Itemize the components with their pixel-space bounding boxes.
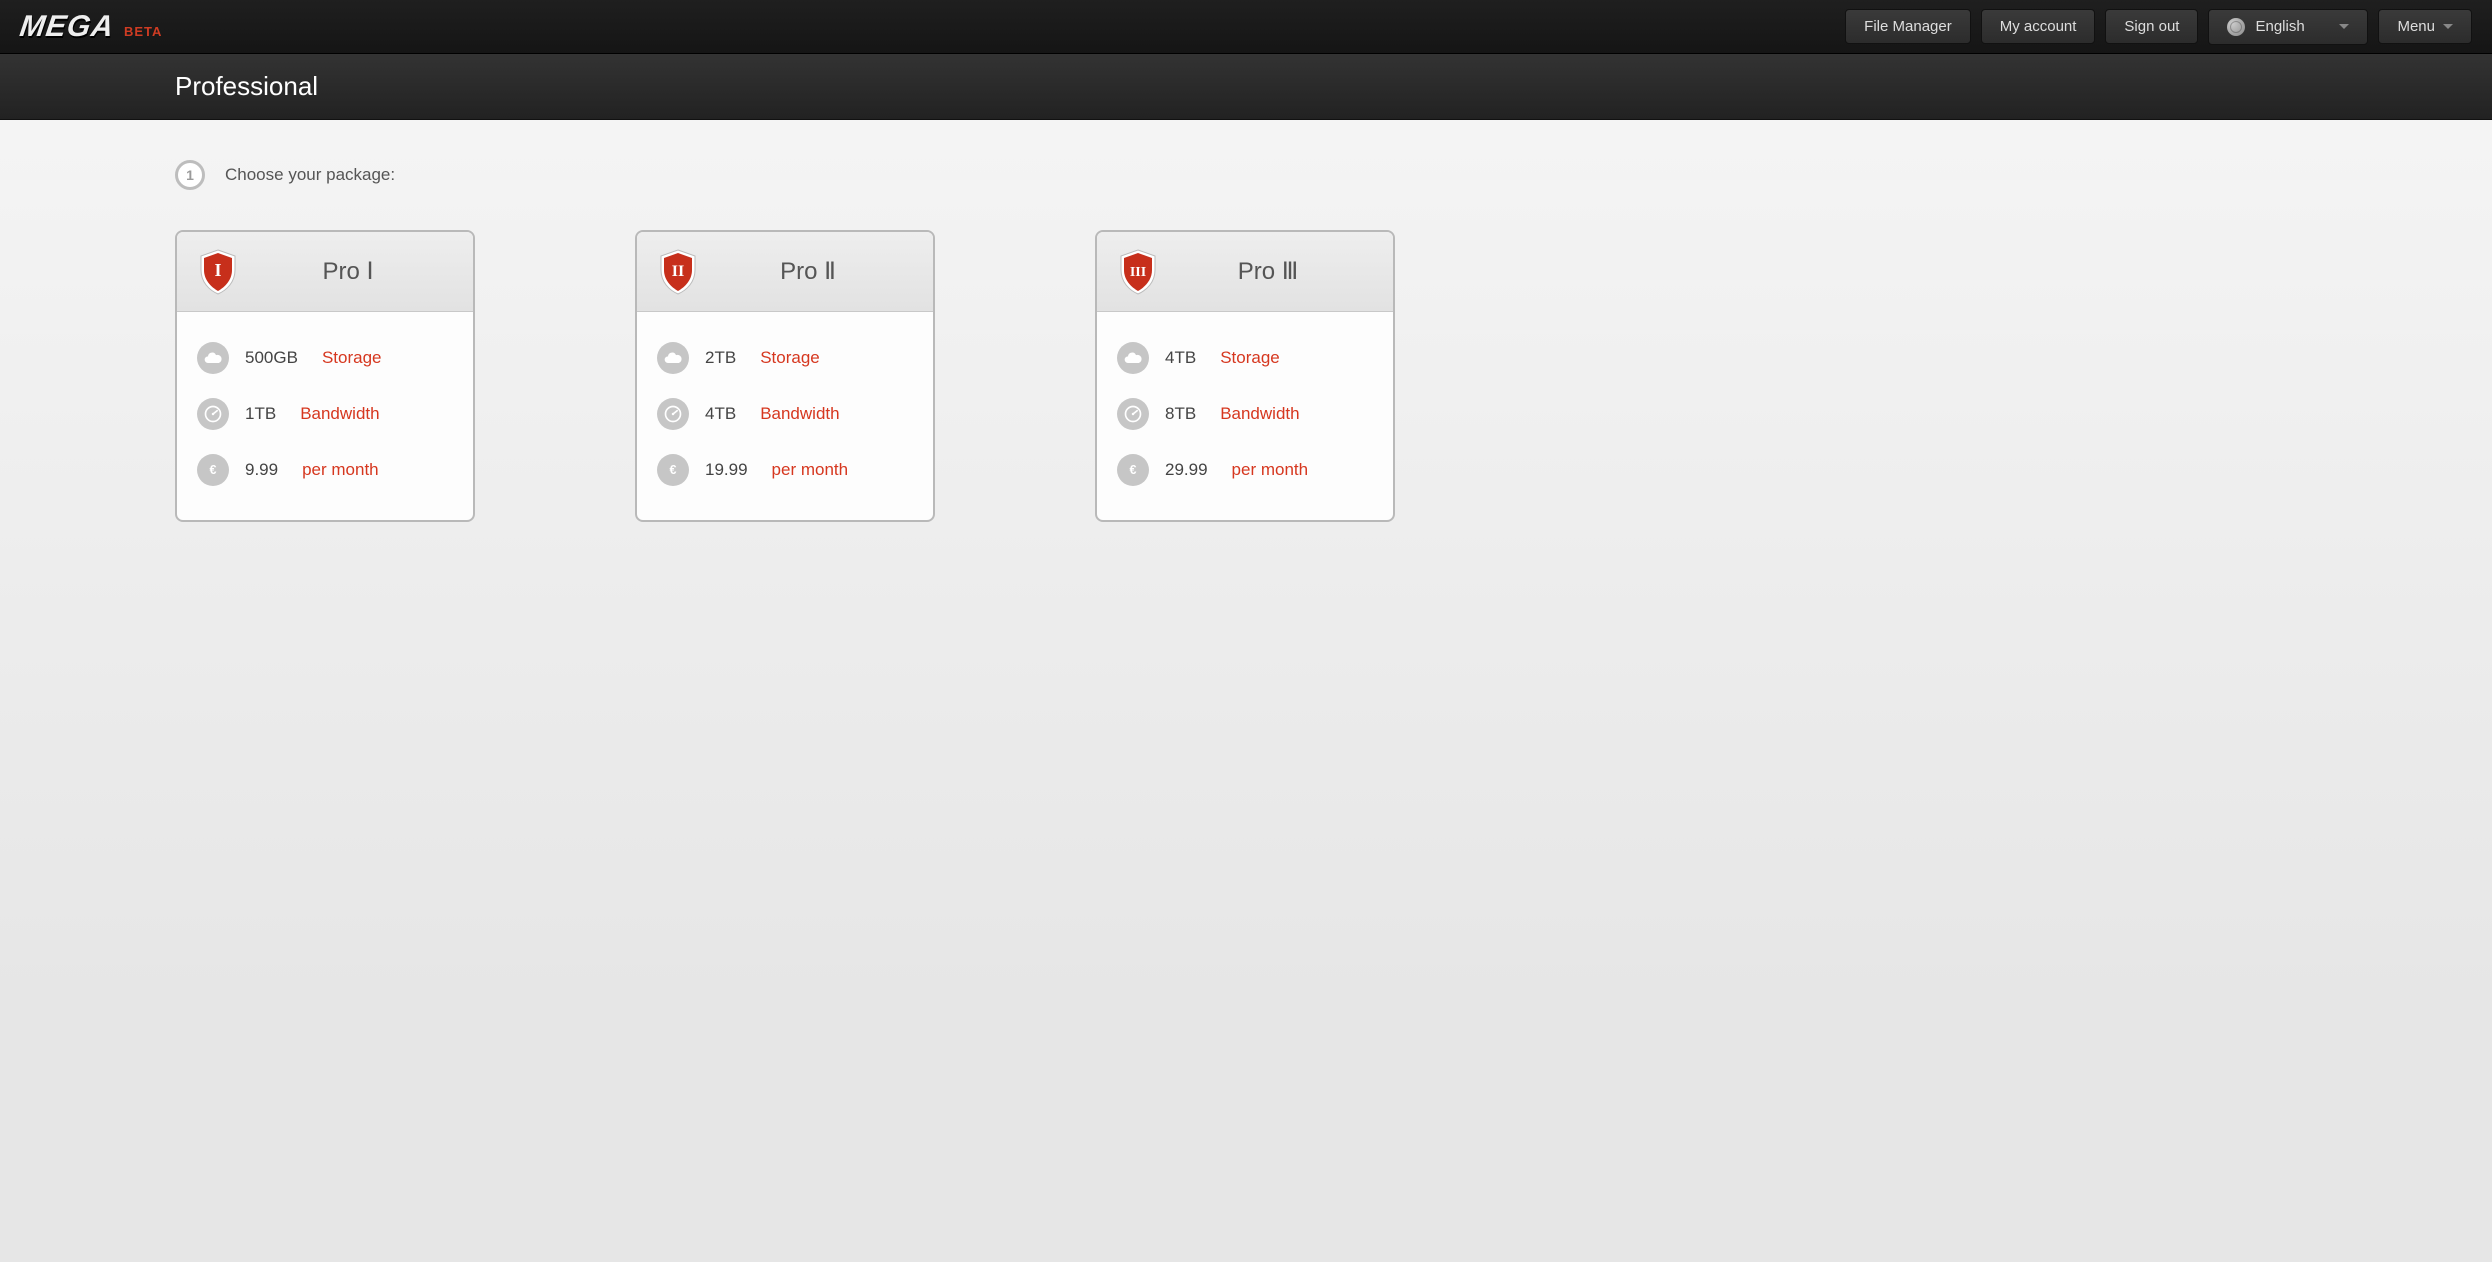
price-label: per month [302,460,379,480]
main-content: 1 Choose your package: I Pro Ⅰ [0,120,2492,582]
my-account-label: My account [2000,18,2077,35]
my-account-button[interactable]: My account [1981,9,2096,44]
svg-text:III: III [1130,265,1146,280]
feature-storage: 2TB Storage [657,330,913,386]
chevron-down-icon [2443,24,2453,29]
package-card-pro-3[interactable]: III Pro Ⅲ 4TB Storage 8TB [1095,230,1395,522]
price-value: 9.99 [245,460,278,480]
package-card-pro-1[interactable]: I Pro Ⅰ 500GB Storage 1TB [175,230,475,522]
step-indicator: 1 Choose your package: [175,160,2317,190]
bandwidth-value: 8TB [1165,404,1196,424]
brand-tag: BETA [124,24,162,39]
step-number: 1 [186,167,194,183]
card-body: 500GB Storage 1TB Bandwidth € 9.99 per m… [177,312,473,520]
storage-label: Storage [760,348,820,368]
shield-icon: II [657,248,699,296]
globe-icon [2227,18,2245,36]
storage-label: Storage [322,348,382,368]
cloud-icon [197,342,229,374]
feature-storage: 4TB Storage [1117,330,1373,386]
feature-storage: 500GB Storage [197,330,453,386]
bandwidth-label: Bandwidth [1220,404,1299,424]
svg-text:€: € [1130,463,1137,477]
euro-icon: € [657,454,689,486]
package-card-pro-2[interactable]: II Pro Ⅱ 2TB Storage 4TB [635,230,935,522]
euro-icon: € [197,454,229,486]
feature-bandwidth: 4TB Bandwidth [657,386,913,442]
tier-name: Pro Ⅱ [723,257,893,286]
price-value: 29.99 [1165,460,1208,480]
page-title: Professional [175,71,318,102]
bandwidth-value: 1TB [245,404,276,424]
card-header: II Pro Ⅱ [637,232,933,312]
gauge-icon [1117,398,1149,430]
storage-value: 2TB [705,348,736,368]
price-label: per month [1232,460,1309,480]
language-selector[interactable]: English [2208,9,2368,45]
shield-icon: III [1117,248,1159,296]
svg-text:I: I [214,260,221,280]
chevron-down-icon [2339,24,2349,29]
step-number-badge: 1 [175,160,205,190]
gauge-icon [197,398,229,430]
storage-value: 500GB [245,348,298,368]
price-label: per month [772,460,849,480]
bandwidth-value: 4TB [705,404,736,424]
cloud-icon [657,342,689,374]
feature-price: € 29.99 per month [1117,442,1373,498]
language-label: English [2255,18,2304,35]
package-cards: I Pro Ⅰ 500GB Storage 1TB [175,230,2317,522]
feature-price: € 9.99 per month [197,442,453,498]
tier-name: Pro Ⅲ [1183,257,1353,286]
brand-name: MEGA [18,10,117,44]
price-value: 19.99 [705,460,748,480]
storage-label: Storage [1220,348,1280,368]
step-label: Choose your package: [225,165,395,185]
file-manager-button[interactable]: File Manager [1845,9,1971,44]
feature-price: € 19.99 per month [657,442,913,498]
storage-value: 4TB [1165,348,1196,368]
gauge-icon [657,398,689,430]
feature-bandwidth: 1TB Bandwidth [197,386,453,442]
menu-label: Menu [2397,18,2435,35]
card-header: III Pro Ⅲ [1097,232,1393,312]
cloud-icon [1117,342,1149,374]
bandwidth-label: Bandwidth [760,404,839,424]
card-body: 4TB Storage 8TB Bandwidth € 29.99 per mo… [1097,312,1393,520]
svg-text:II: II [672,263,684,280]
card-body: 2TB Storage 4TB Bandwidth € 19.99 per mo… [637,312,933,520]
file-manager-label: File Manager [1864,18,1952,35]
brand-logo[interactable]: MEGA BETA [20,10,162,44]
sign-out-label: Sign out [2124,18,2179,35]
top-bar: MEGA BETA File Manager My account Sign o… [0,0,2492,54]
tier-name: Pro Ⅰ [263,257,433,286]
euro-icon: € [1117,454,1149,486]
feature-bandwidth: 8TB Bandwidth [1117,386,1373,442]
menu-button[interactable]: Menu [2378,9,2472,44]
svg-text:€: € [210,463,217,477]
shield-icon: I [197,248,239,296]
bandwidth-label: Bandwidth [300,404,379,424]
page-subheader: Professional [0,54,2492,120]
card-header: I Pro Ⅰ [177,232,473,312]
svg-text:€: € [670,463,677,477]
sign-out-button[interactable]: Sign out [2105,9,2198,44]
